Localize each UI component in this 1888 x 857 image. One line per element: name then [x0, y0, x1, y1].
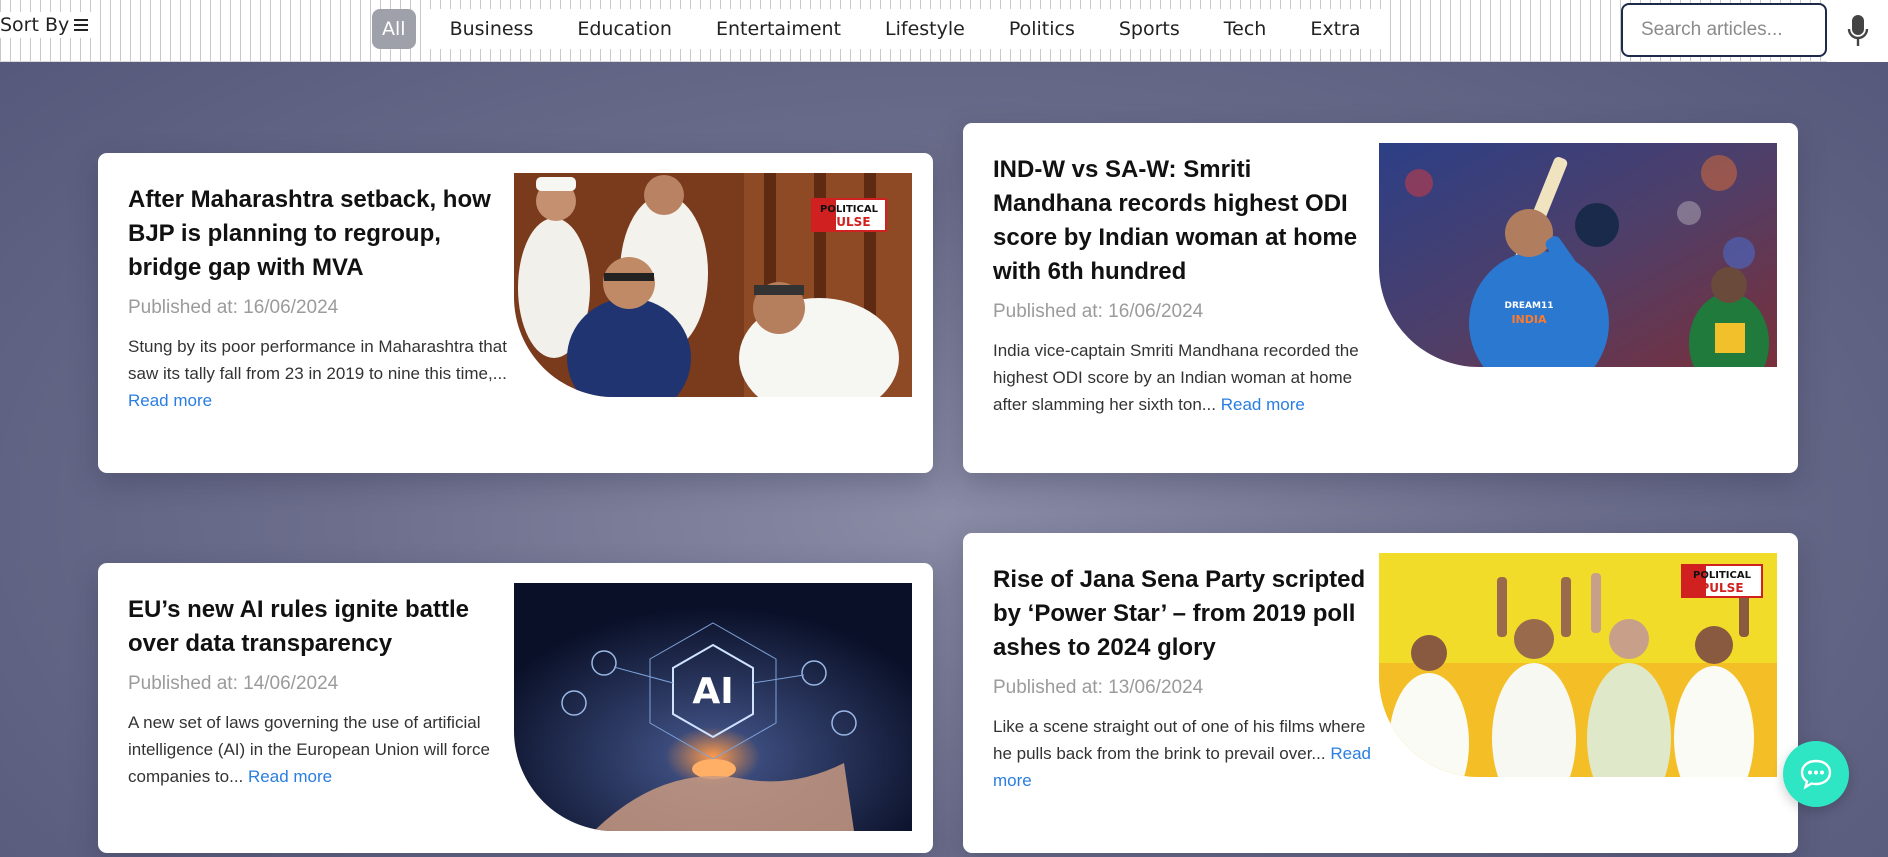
read-more-link[interactable]: Read more [1221, 395, 1305, 414]
tab-lifestyle[interactable]: Lifestyle [863, 9, 987, 49]
read-more-link[interactable]: Read more [128, 391, 212, 410]
badge-top-text: POLITICAL [1693, 570, 1752, 581]
menu-icon [74, 19, 89, 31]
tab-all[interactable]: All [372, 9, 416, 49]
top-nav-bar: Sort By All Business Education Entertaim… [0, 0, 1888, 62]
tab-extra[interactable]: Extra [1288, 9, 1383, 49]
badge-bottom-text: PULSE [1700, 581, 1743, 595]
article-title[interactable]: EU’s new AI rules ignite battle over dat… [128, 593, 510, 661]
article-title[interactable]: IND-W vs SA-W: Smriti Mandhana records h… [993, 153, 1375, 289]
sort-by-button[interactable]: Sort By [0, 12, 93, 38]
chat-bubble-icon [1800, 759, 1832, 790]
article-card[interactable]: After Maharashtra setback, how BJP is pl… [98, 153, 933, 473]
category-tabs: All Business Education Entertaiment Life… [372, 5, 1383, 53]
sort-by-label: Sort By [0, 14, 70, 36]
published-date: Published at: 14/06/2024 [128, 673, 339, 694]
article-card[interactable]: Rise of Jana Sena Party scripted by ‘Pow… [963, 533, 1798, 853]
article-image: AI [514, 583, 912, 831]
article-card[interactable]: IND-W vs SA-W: Smriti Mandhana records h… [963, 123, 1798, 473]
badge-bottom-text: PULSE [827, 215, 870, 229]
badge-top-text: POLITICAL [820, 204, 879, 215]
article-image: POLITICAL PULSE [514, 173, 912, 397]
read-more-link[interactable]: Read more [248, 767, 332, 786]
article-excerpt: India vice-captain Smriti Mandhana recor… [993, 341, 1359, 414]
tab-entertainment[interactable]: Entertaiment [693, 9, 864, 49]
tab-sports[interactable]: Sports [1096, 9, 1202, 49]
tab-tech[interactable]: Tech [1201, 9, 1289, 49]
article-excerpt: Stung by its poor performance in Maharas… [128, 337, 507, 410]
jersey-team-text: INDIA [1511, 313, 1547, 326]
article-excerpt: Like a scene straight out of one of his … [993, 717, 1371, 790]
published-date: Published at: 16/06/2024 [128, 297, 339, 318]
jersey-sponsor-text: DREAM11 [1505, 301, 1554, 311]
tab-education[interactable]: Education [555, 9, 694, 49]
article-title[interactable]: After Maharashtra setback, how BJP is pl… [128, 183, 510, 285]
tab-business[interactable]: Business [427, 9, 556, 49]
article-image: DREAM11 INDIA [1379, 143, 1777, 367]
article-excerpt: A new set of laws governing the use of a… [128, 713, 490, 786]
microphone-icon[interactable] [1827, 0, 1888, 62]
article-title[interactable]: Rise of Jana Sena Party scripted by ‘Pow… [993, 563, 1375, 665]
chat-button[interactable] [1783, 741, 1849, 807]
tab-politics[interactable]: Politics [986, 9, 1097, 49]
article-card[interactable]: EU’s new AI rules ignite battle over dat… [98, 563, 933, 853]
published-date: Published at: 13/06/2024 [993, 677, 1204, 698]
article-image: POLITICAL PULSE [1379, 553, 1777, 777]
published-date: Published at: 16/06/2024 [993, 301, 1204, 322]
search-input[interactable] [1621, 3, 1827, 57]
ai-image-label: AI [692, 671, 733, 712]
